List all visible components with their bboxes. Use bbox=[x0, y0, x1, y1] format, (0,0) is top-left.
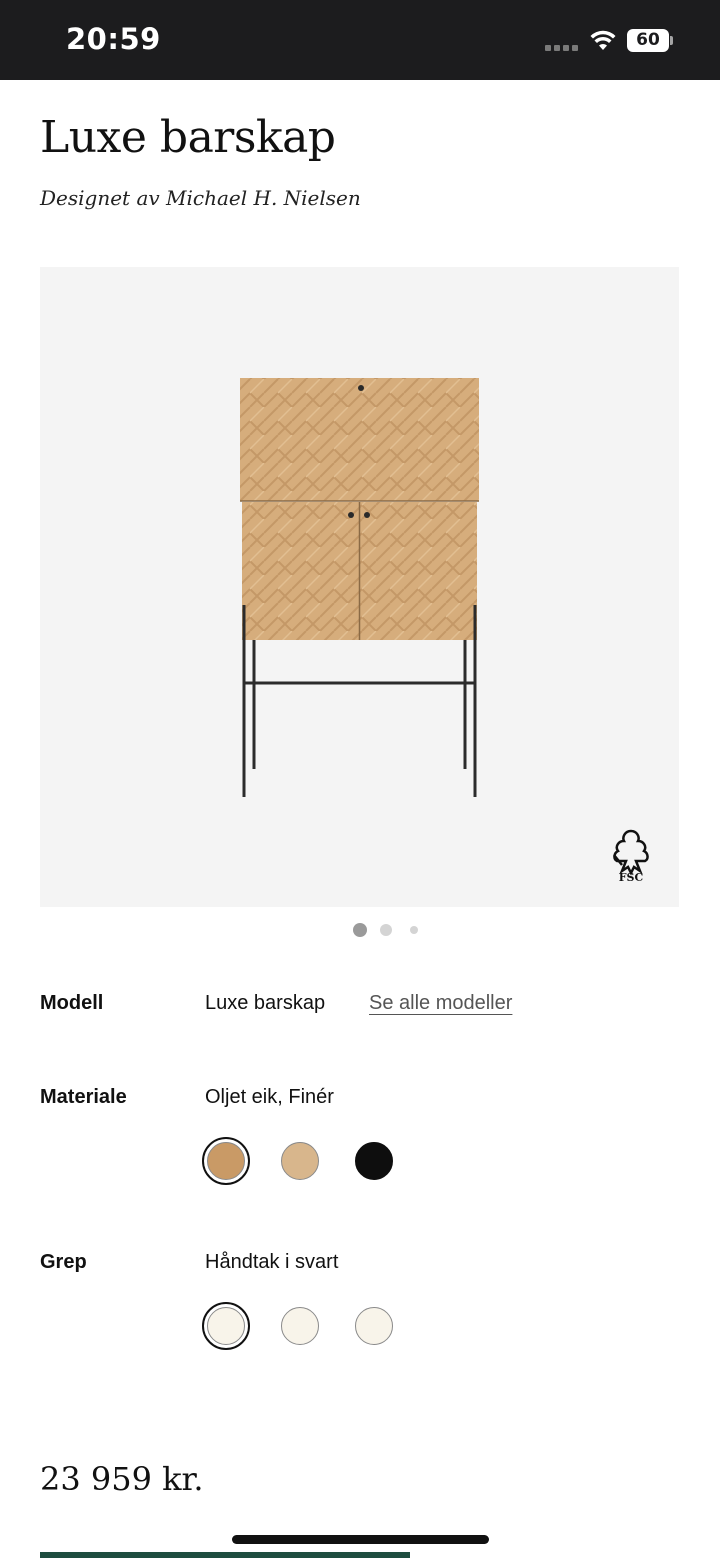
signal-icon bbox=[545, 45, 578, 51]
handle-swatch-1[interactable] bbox=[202, 1302, 250, 1350]
material-swatch-light-oak[interactable] bbox=[281, 1142, 319, 1180]
material-swatch-oiled-oak[interactable] bbox=[202, 1137, 250, 1185]
product-image-carousel[interactable]: FSC bbox=[40, 267, 679, 907]
cabinet-image bbox=[240, 378, 479, 797]
material-value: Oljet eik, Finér bbox=[205, 1086, 334, 1108]
fsc-logo: FSC bbox=[613, 829, 649, 883]
handle-value: Håndtak i svart bbox=[205, 1251, 339, 1273]
add-to-cart-button[interactable] bbox=[40, 1552, 410, 1558]
fsc-text: FSC bbox=[619, 871, 644, 883]
carousel-dot-2[interactable] bbox=[380, 924, 392, 936]
designer-credit: Designet av Michael H. Nielsen bbox=[40, 186, 361, 210]
price: 23 959 kr. bbox=[40, 1460, 204, 1498]
carousel-dot-1[interactable] bbox=[353, 923, 367, 937]
page-title: Luxe barskap bbox=[40, 112, 336, 163]
model-value: Luxe barskap bbox=[205, 992, 326, 1014]
status-time: 20:59 bbox=[66, 22, 161, 56]
status-bar: 20:59 60 bbox=[0, 0, 720, 80]
material-label: Materiale bbox=[40, 1086, 127, 1108]
model-label: Modell bbox=[40, 992, 104, 1014]
carousel-indicator bbox=[0, 923, 720, 937]
battery-icon: 60 bbox=[627, 29, 669, 52]
home-indicator[interactable] bbox=[232, 1535, 489, 1544]
carousel-dot-3[interactable] bbox=[410, 926, 418, 934]
material-swatch-black[interactable] bbox=[355, 1142, 393, 1180]
wifi-icon bbox=[590, 30, 616, 50]
handle-label: Grep bbox=[40, 1251, 87, 1273]
handle-swatch-3[interactable] bbox=[355, 1307, 393, 1345]
handle-swatch-2[interactable] bbox=[281, 1307, 319, 1345]
battery-nub bbox=[670, 36, 673, 45]
see-all-models-link[interactable]: Se alle modeller bbox=[369, 992, 512, 1015]
